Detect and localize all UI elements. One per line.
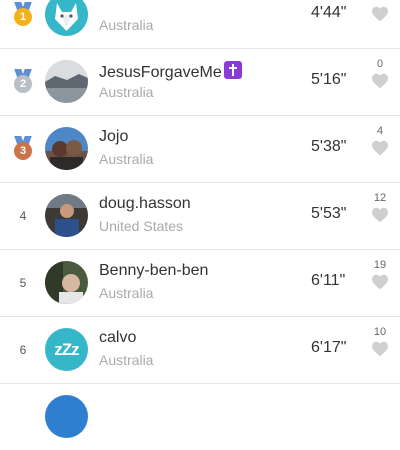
like-control[interactable]: 4 — [366, 124, 394, 156]
gold-medal-icon: 1 — [12, 2, 34, 28]
man-photo-avatar[interactable] — [45, 194, 88, 237]
leaderboard-row[interactable] — [0, 384, 400, 450]
leaderboard-list: 1 Australia 4'44" 18 2 — [0, 0, 400, 450]
like-control[interactable]: 18 — [366, 0, 394, 22]
time-value: 5'38" — [311, 138, 347, 155]
leaderboard-row[interactable]: 2 JesusForgaveMe Australia 5'16" 0 — [0, 49, 400, 116]
like-count: 19 — [373, 259, 387, 271]
country-label: United States — [99, 218, 184, 234]
rank-cell: 3 — [10, 116, 36, 182]
leaderboard-row[interactable]: 6 zZz calvo Australia 6'17" 10 — [0, 317, 400, 384]
zzz-sleep-avatar[interactable]: zZz — [45, 328, 88, 371]
avatar[interactable] — [45, 395, 88, 438]
rank-cell: 4 — [19, 209, 27, 223]
like-control[interactable]: 10 — [366, 325, 394, 357]
leaderboard-row[interactable]: 4 doug.hasson United States 5'53" 12 — [0, 183, 400, 250]
bronze-medal-icon: 3 — [12, 136, 34, 162]
country-label: Australia — [99, 151, 154, 167]
heart-icon[interactable] — [371, 207, 389, 223]
time-value: 5'16" — [311, 71, 347, 88]
wolf-avatar[interactable] — [45, 0, 88, 36]
time-value: 6'11" — [311, 272, 346, 289]
time-value: 4'44" — [311, 4, 347, 21]
country-label: Australia — [99, 285, 154, 301]
latin-cross-emoji — [223, 61, 242, 79]
heart-icon[interactable] — [371, 341, 389, 357]
like-control[interactable]: 0 — [366, 57, 394, 89]
like-count: 18 — [366, 0, 394, 4]
landscape-avatar[interactable] — [45, 60, 88, 103]
selfie-photo-avatar[interactable] — [45, 261, 88, 304]
country-label: Australia — [99, 84, 154, 100]
heart-icon[interactable] — [371, 73, 389, 89]
silver-medal-icon: 2 — [12, 69, 34, 95]
like-control[interactable]: 19 — [366, 258, 394, 290]
like-control[interactable]: 12 — [366, 191, 394, 223]
username[interactable]: JesusForgaveMe — [99, 61, 242, 82]
like-count: 12 — [373, 192, 387, 204]
username[interactable]: Benny-ben-ben — [99, 262, 208, 280]
time-value: 6'17" — [311, 339, 347, 356]
rank-cell: 2 — [10, 49, 36, 115]
username[interactable]: doug.hasson — [99, 195, 191, 213]
country-label: Australia — [99, 17, 154, 33]
rank-cell: 1 — [10, 0, 36, 48]
couple-photo-avatar[interactable] — [45, 127, 88, 170]
like-count: 10 — [373, 326, 387, 338]
leaderboard-row[interactable]: 3 Jojo Australia 5'38" 4 — [0, 116, 400, 183]
heart-icon[interactable] — [371, 140, 389, 156]
like-count: 4 — [376, 125, 384, 137]
like-count: 0 — [376, 58, 384, 70]
leaderboard-row[interactable]: 5 Benny-ben-ben Australia 6'11" 19 — [0, 250, 400, 317]
username[interactable]: calvo — [99, 329, 136, 347]
leaderboard-row[interactable]: 1 Australia 4'44" 18 — [0, 0, 400, 49]
username[interactable]: Jojo — [99, 128, 128, 146]
heart-icon[interactable] — [371, 274, 389, 290]
heart-icon[interactable] — [371, 6, 389, 22]
rank-cell: 6 — [19, 343, 27, 357]
avatar-text: zZz — [54, 339, 79, 359]
time-value: 5'53" — [311, 205, 347, 222]
country-label: Australia — [99, 352, 154, 368]
rank-cell: 5 — [19, 276, 27, 290]
